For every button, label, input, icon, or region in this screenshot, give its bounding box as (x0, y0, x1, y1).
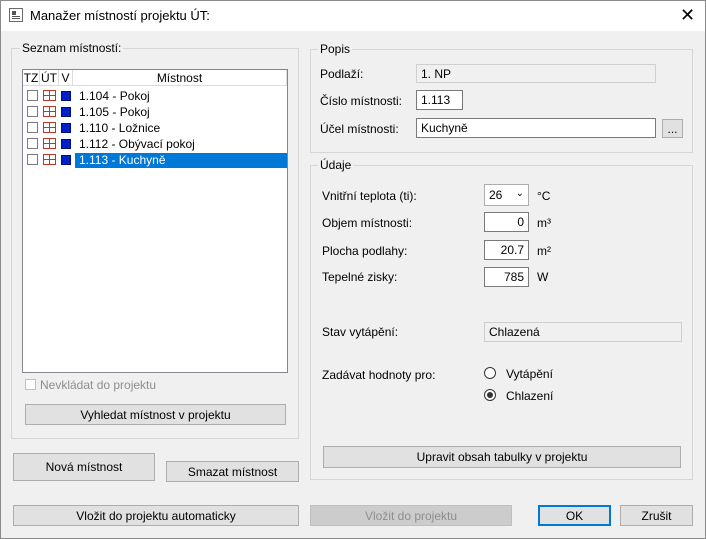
zisky-unit: W (537, 270, 549, 284)
heating-radio-label: Vytápění (506, 367, 553, 381)
close-button[interactable]: ✕ (670, 1, 705, 30)
popis-group-label: Popis (318, 42, 353, 56)
podlazi-field: 1. NP (416, 64, 656, 83)
room-name: 1.105 - Pokoj (79, 105, 150, 119)
teplota-unit: °C (537, 189, 551, 203)
color-swatch (61, 91, 71, 101)
column-header-v[interactable]: V (59, 70, 73, 86)
radiator-icon (43, 90, 56, 101)
exclude-label: Nevkládat do projektu (40, 378, 157, 392)
ucel-label: Účel místnosti: (320, 122, 399, 136)
temperature-select[interactable]: 26 ⌄ (484, 184, 529, 206)
window-title: Manažer místností projektu ÚT: (30, 8, 210, 23)
plocha-unit: m² (537, 244, 551, 258)
radiator-icon (43, 154, 56, 165)
teplota-label: Vnitřní teplota (ti): (322, 189, 417, 203)
insert-button[interactable]: Vložit do projektu (310, 505, 512, 526)
new-room-button[interactable]: Nová místnost (13, 453, 155, 481)
room-name: 1.104 - Pokoj (79, 89, 150, 103)
cancel-button[interactable]: Zrušit (620, 505, 693, 526)
radiator-icon (43, 122, 56, 133)
radiator-icon (43, 106, 56, 117)
cooling-radio[interactable] (484, 389, 496, 401)
floor-area-input[interactable]: 20.7 (484, 240, 529, 260)
insert-auto-button[interactable]: Vložit do projektu automaticky (13, 505, 299, 526)
chevron-down-icon: ⌄ (515, 188, 524, 199)
room-number-input[interactable]: 1.113 (416, 90, 463, 110)
objem-label: Objem místnosti: (322, 216, 413, 230)
table-row[interactable]: 1.110 - Ložnice (23, 120, 287, 136)
udaje-group-label: Údaje (318, 158, 354, 172)
ok-button[interactable]: OK (538, 505, 611, 526)
radiator-icon (43, 138, 56, 149)
cislo-label: Číslo místnosti: (320, 94, 403, 108)
column-header-room[interactable]: Místnost (73, 70, 287, 86)
room-name: 1.110 - Ložnice (79, 121, 161, 135)
heat-gains-input[interactable]: 785 (484, 267, 529, 287)
podlazi-label: Podlaží: (320, 67, 364, 81)
exclude-checkbox[interactable] (25, 379, 36, 390)
column-header-tz[interactable]: TZ (23, 70, 40, 86)
table-row[interactable]: 1.105 - Pokoj (23, 104, 287, 120)
rooms-group-label: Seznam místností: (20, 41, 124, 55)
close-icon: ✕ (679, 5, 696, 25)
column-header-ut[interactable]: ÚT (40, 70, 59, 86)
volume-input[interactable]: 0 (484, 212, 529, 232)
room-purpose-input[interactable]: Kuchyně (416, 118, 656, 138)
room-name: 1.113 - Kuchyně (75, 153, 287, 168)
zisky-label: Tepelné zisky: (322, 270, 398, 284)
update-table-button[interactable]: Upravit obsah tabulky v projektu (323, 446, 681, 468)
app-icon (9, 8, 23, 22)
plocha-label: Plocha podlahy: (322, 244, 408, 258)
table-row[interactable]: 1.104 - Pokoj (23, 88, 287, 104)
tz-checkbox[interactable] (27, 138, 38, 149)
tz-checkbox[interactable] (27, 90, 38, 101)
delete-room-button[interactable]: Smazat místnost (166, 461, 299, 482)
tz-checkbox[interactable] (27, 122, 38, 133)
objem-unit: m³ (537, 216, 551, 230)
tz-checkbox[interactable] (27, 106, 38, 117)
tz-checkbox[interactable] (27, 154, 38, 165)
color-swatch (61, 123, 71, 133)
room-name: 1.112 - Obývací pokoj (79, 137, 195, 151)
cooling-radio-label: Chlazení (506, 389, 554, 403)
color-swatch (61, 107, 71, 117)
heating-status-field: Chlazená (484, 322, 682, 342)
find-room-button[interactable]: Vyhledat místnost v projektu (25, 404, 286, 425)
zadavat-label: Zadávat hodnoty pro: (322, 368, 436, 382)
heating-radio[interactable] (484, 367, 496, 379)
table-row[interactable]: 1.112 - Obývací pokoj (23, 136, 287, 152)
table-row-selected[interactable]: 1.113 - Kuchyně (23, 152, 287, 168)
temperature-value: 26 (489, 188, 503, 202)
browse-purpose-button[interactable]: ... (662, 119, 683, 138)
color-swatch (61, 155, 71, 165)
color-swatch (61, 139, 71, 149)
stav-label: Stav vytápění: (322, 325, 399, 339)
room-list[interactable]: TZ ÚT V Místnost 1.104 - Pokoj 1.105 - P… (22, 69, 288, 373)
